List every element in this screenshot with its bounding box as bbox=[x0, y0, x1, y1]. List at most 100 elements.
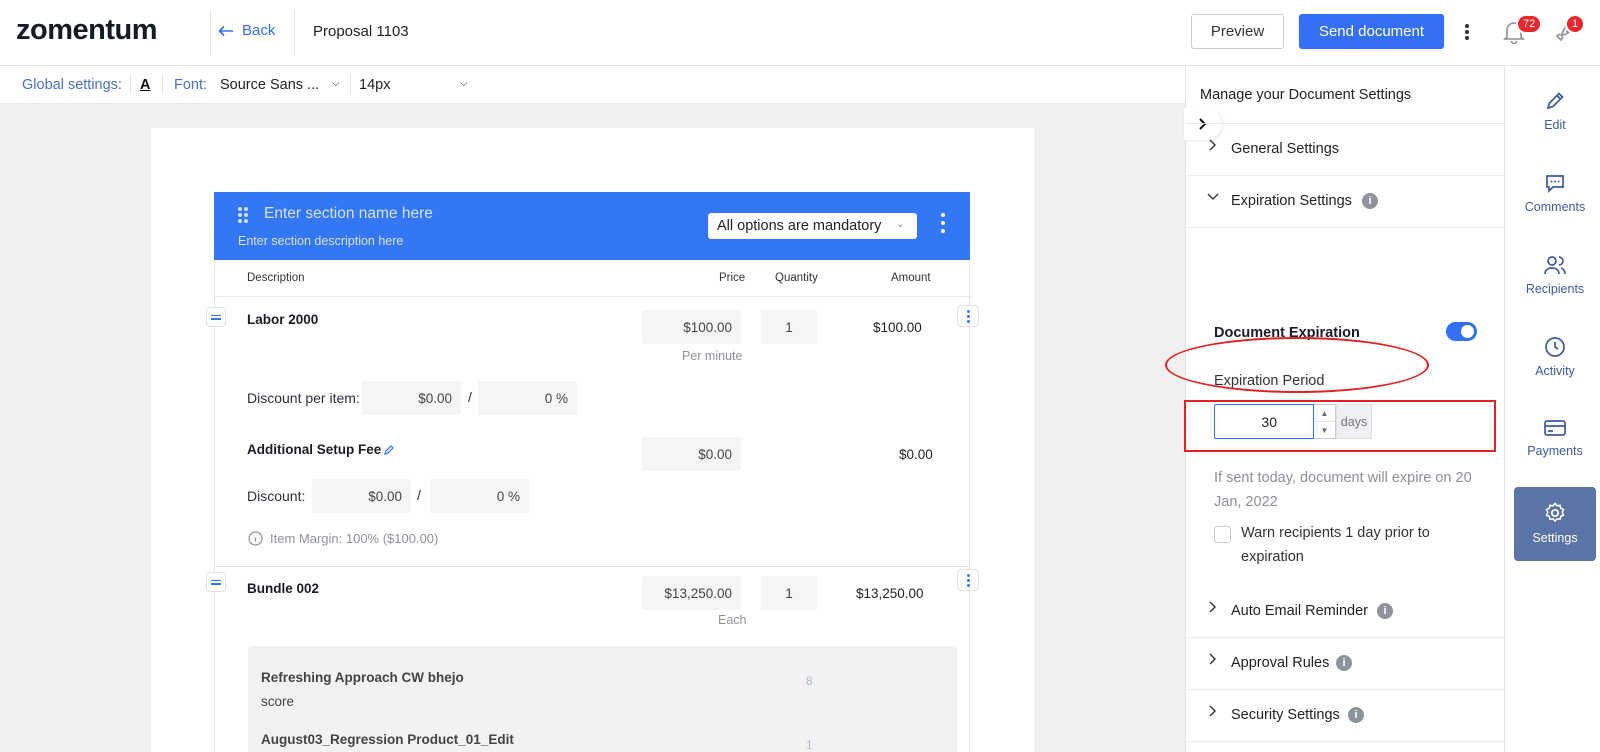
rail-comments[interactable]: Comments bbox=[1514, 158, 1596, 232]
rail-recipients[interactable]: Recipients bbox=[1514, 240, 1596, 314]
bundle-name[interactable]: Bundle 002 bbox=[247, 581, 319, 596]
info-circle-icon bbox=[248, 531, 263, 546]
row-drag-handle[interactable] bbox=[206, 572, 226, 592]
quantity-field[interactable]: 1 bbox=[761, 310, 817, 344]
global-settings-bar: Global settings: A Font: Source Sans ...… bbox=[0, 66, 1185, 104]
rail-comments-label: Comments bbox=[1524, 200, 1586, 214]
font-family-select[interactable]: Source Sans ... bbox=[220, 77, 319, 93]
rail-edit[interactable]: Edit bbox=[1514, 76, 1596, 150]
top-header: zomentum Back Proposal 1103 Preview Send… bbox=[0, 0, 1600, 66]
panel-title: Manage your Document Settings bbox=[1200, 87, 1412, 103]
text-color-button[interactable]: A bbox=[140, 77, 150, 93]
credit-card-icon bbox=[1544, 420, 1566, 436]
section-description-input[interactable]: Enter section description here bbox=[238, 234, 403, 248]
price-unit: Per minute bbox=[682, 349, 743, 363]
chevron-down-icon[interactable]: ⌵ bbox=[460, 78, 468, 89]
general-settings-label: General Settings bbox=[1231, 141, 1340, 157]
approval-rules-accordion[interactable]: Approval Rules i bbox=[1186, 638, 1505, 690]
bundle-subitem-name: August03_Regression Product_01_Edit bbox=[261, 732, 514, 747]
pencil-icon[interactable] bbox=[383, 444, 395, 456]
bundle-amount: $13,250.00 bbox=[856, 586, 924, 601]
discount-separator: / bbox=[468, 389, 472, 405]
fee-discount-label: Discount: bbox=[247, 488, 306, 504]
pencil-icon bbox=[1546, 92, 1564, 110]
back-label: Back bbox=[242, 22, 276, 39]
row-drag-handle[interactable] bbox=[206, 307, 226, 327]
info-icon[interactable]: i bbox=[1336, 655, 1352, 671]
preview-button[interactable]: Preview bbox=[1191, 14, 1284, 49]
chevron-right-icon bbox=[1209, 139, 1216, 151]
warn-recipients-label[interactable]: Warn recipients 1 day prior to expiratio… bbox=[1241, 521, 1471, 569]
bundle-subitem-desc: score bbox=[261, 694, 295, 709]
rail-payments-label: Payments bbox=[1527, 444, 1583, 458]
launch-button[interactable]: 1 bbox=[1555, 14, 1586, 47]
row-more-icon[interactable] bbox=[957, 305, 979, 327]
item-name[interactable]: Labor 2000 bbox=[247, 312, 318, 327]
expiration-settings-label: Expiration Settings bbox=[1231, 193, 1352, 209]
right-icon-rail: Edit Comments Recipients Activity Paymen… bbox=[1504, 66, 1600, 752]
arrow-left-icon bbox=[218, 25, 233, 36]
security-settings-accordion[interactable]: Security Settings i bbox=[1186, 690, 1505, 742]
bundle-price-field[interactable]: $13,250.00 bbox=[642, 576, 741, 610]
section-header: Enter section name here Enter section de… bbox=[214, 192, 970, 260]
discount-label: Discount per item: bbox=[247, 390, 360, 406]
users-icon bbox=[1544, 256, 1566, 275]
highlight-ellipse bbox=[1165, 337, 1429, 393]
item-margin: Item Margin: 100% ($100.00) bbox=[270, 531, 439, 546]
notifications-badge: 72 bbox=[1516, 14, 1543, 34]
option-mode-select[interactable]: All options are mandatory ⌄ bbox=[708, 213, 917, 239]
info-icon[interactable]: i bbox=[1377, 603, 1393, 619]
chevron-right-icon bbox=[1209, 601, 1216, 613]
notifications-button[interactable]: 72 bbox=[1503, 14, 1543, 47]
discount-percent-field[interactable]: 0 % bbox=[478, 381, 577, 415]
rail-activity[interactable]: Activity bbox=[1514, 322, 1596, 396]
document-expiration-toggle[interactable] bbox=[1446, 322, 1477, 341]
approval-rules-label: Approval Rules bbox=[1231, 655, 1330, 671]
chevron-right-icon bbox=[1209, 653, 1216, 665]
clock-icon bbox=[1545, 337, 1565, 357]
toolbar-divider bbox=[162, 74, 163, 94]
option-mode-value: All options are mandatory bbox=[717, 218, 882, 234]
rail-recipients-label: Recipients bbox=[1525, 282, 1585, 296]
rail-activity-label: Activity bbox=[1535, 364, 1575, 378]
toolbar-divider bbox=[350, 74, 351, 94]
bundle-items: Refreshing Approach CW bhejo score 8 Aug… bbox=[248, 646, 957, 752]
back-button[interactable]: Back bbox=[218, 22, 275, 39]
chevron-down-icon bbox=[1207, 193, 1219, 200]
pricing-table: Description Price Quantity Amount Labor … bbox=[214, 260, 971, 752]
send-document-button[interactable]: Send document bbox=[1299, 14, 1444, 49]
more-options-icon[interactable] bbox=[1460, 20, 1474, 44]
launch-badge: 1 bbox=[1565, 14, 1586, 34]
warn-recipients-checkbox[interactable] bbox=[1214, 526, 1231, 543]
header-divider bbox=[294, 10, 295, 56]
section-more-icon[interactable] bbox=[941, 213, 945, 233]
row-divider bbox=[215, 566, 970, 567]
price-field[interactable]: $100.00 bbox=[642, 310, 741, 344]
rail-payments[interactable]: Payments bbox=[1514, 404, 1596, 478]
discount-amount-field[interactable]: $0.00 bbox=[362, 381, 461, 415]
chevron-down-icon[interactable]: ⌵ bbox=[332, 78, 340, 89]
info-icon[interactable]: i bbox=[1362, 193, 1378, 209]
font-size-select[interactable]: 14px bbox=[359, 77, 390, 93]
expiry-date-note: If sent today, document will expire on 2… bbox=[1214, 470, 1472, 510]
info-icon[interactable]: i bbox=[1348, 707, 1364, 723]
fee-discount-amount-field[interactable]: $0.00 bbox=[312, 479, 411, 513]
rail-settings[interactable]: Settings bbox=[1514, 487, 1596, 561]
auto-email-reminder-accordion[interactable]: Auto Email Reminder i bbox=[1186, 586, 1505, 638]
section-name-input[interactable]: Enter section name here bbox=[264, 205, 433, 223]
fee-discount-percent-field[interactable]: 0 % bbox=[430, 479, 529, 513]
bundle-subitem-name: Refreshing Approach CW bhejo bbox=[261, 670, 464, 685]
fee-price-field[interactable]: $0.00 bbox=[642, 437, 741, 471]
fee-name[interactable]: Additional Setup Fee bbox=[247, 442, 381, 457]
bundle-quantity-field[interactable]: 1 bbox=[761, 576, 817, 610]
rail-edit-label: Edit bbox=[1544, 118, 1566, 132]
row-more-icon[interactable] bbox=[957, 569, 979, 591]
drag-handle-icon[interactable] bbox=[238, 207, 248, 223]
zomentum-logo[interactable]: zomentum bbox=[16, 14, 158, 47]
general-settings-accordion[interactable]: General Settings bbox=[1186, 124, 1505, 176]
expiration-settings-accordion[interactable]: Expiration Settings i bbox=[1186, 176, 1505, 228]
table-header: Description Price Quantity Amount bbox=[215, 260, 971, 297]
column-quantity: Quantity bbox=[775, 272, 818, 284]
global-settings-label: Global settings: bbox=[22, 77, 122, 93]
rail-settings-label: Settings bbox=[1532, 531, 1578, 545]
